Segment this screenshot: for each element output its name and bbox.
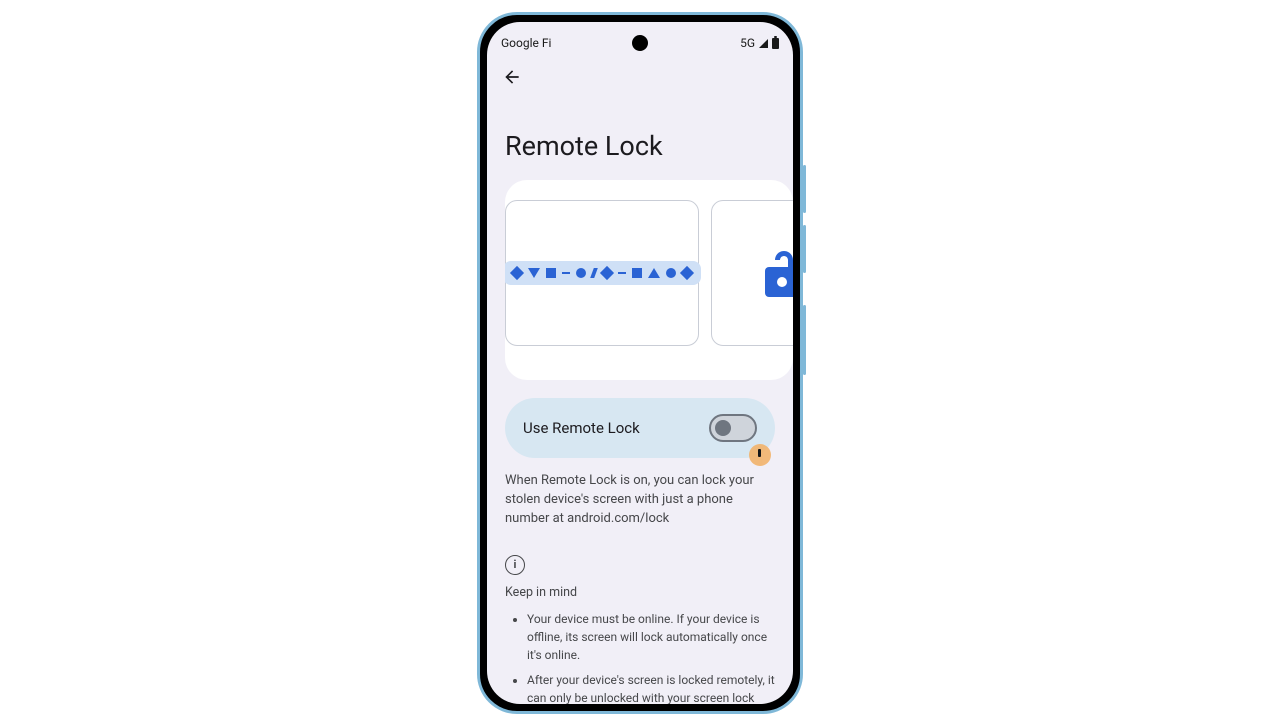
shape-square-icon [546, 268, 556, 278]
shape-square-icon [632, 268, 642, 278]
touch-indicator-icon [749, 444, 771, 466]
shape-triangle-icon [528, 268, 540, 278]
list-item: After your device's screen is locked rem… [527, 671, 775, 704]
battery-icon [772, 38, 779, 49]
content: Remote Lock [487, 130, 793, 704]
front-camera [632, 35, 648, 51]
arrow-left-icon [502, 67, 522, 87]
passcode-chip [505, 261, 701, 285]
shape-diamond-icon [600, 266, 614, 280]
unlock-icon [759, 247, 793, 299]
use-remote-lock-toggle[interactable]: Use Remote Lock [505, 398, 775, 458]
list-item: Your device must be online. If your devi… [527, 610, 775, 664]
shape-slash-icon [590, 268, 598, 278]
network-label: 5G [740, 36, 755, 50]
keep-in-mind-title: Keep in mind [505, 585, 775, 600]
shape-dash-icon [562, 272, 570, 274]
switch-track [709, 414, 757, 442]
back-button[interactable] [501, 66, 523, 88]
unlocked-card [711, 200, 793, 346]
stage: Google Fi 5G Remote Lock [0, 0, 1280, 720]
shape-circle-icon [666, 268, 676, 278]
status-right: 5G [740, 36, 779, 50]
toggle-label: Use Remote Lock [523, 419, 640, 437]
shape-triangle-up-icon [648, 268, 660, 278]
shape-circle-icon [576, 268, 586, 278]
power-button[interactable] [803, 305, 806, 375]
passcode-card [505, 200, 699, 346]
screen: Google Fi 5G Remote Lock [487, 22, 793, 704]
carrier-label: Google Fi [501, 36, 551, 50]
shape-diamond-icon [510, 266, 524, 280]
phone-frame: Google Fi 5G Remote Lock [477, 12, 803, 714]
keep-in-mind-list: Your device must be online. If your devi… [505, 610, 775, 704]
volume-down-button[interactable] [803, 225, 806, 273]
description-text: When Remote Lock is on, you can lock you… [505, 472, 775, 529]
shape-diamond-icon [680, 266, 694, 280]
page-title: Remote Lock [505, 130, 775, 162]
info-icon: i [505, 555, 525, 575]
switch-knob [715, 420, 731, 436]
signal-icon [759, 39, 768, 48]
shape-dash-icon [618, 272, 626, 274]
illustration-card [505, 180, 793, 380]
volume-up-button[interactable] [803, 165, 806, 213]
